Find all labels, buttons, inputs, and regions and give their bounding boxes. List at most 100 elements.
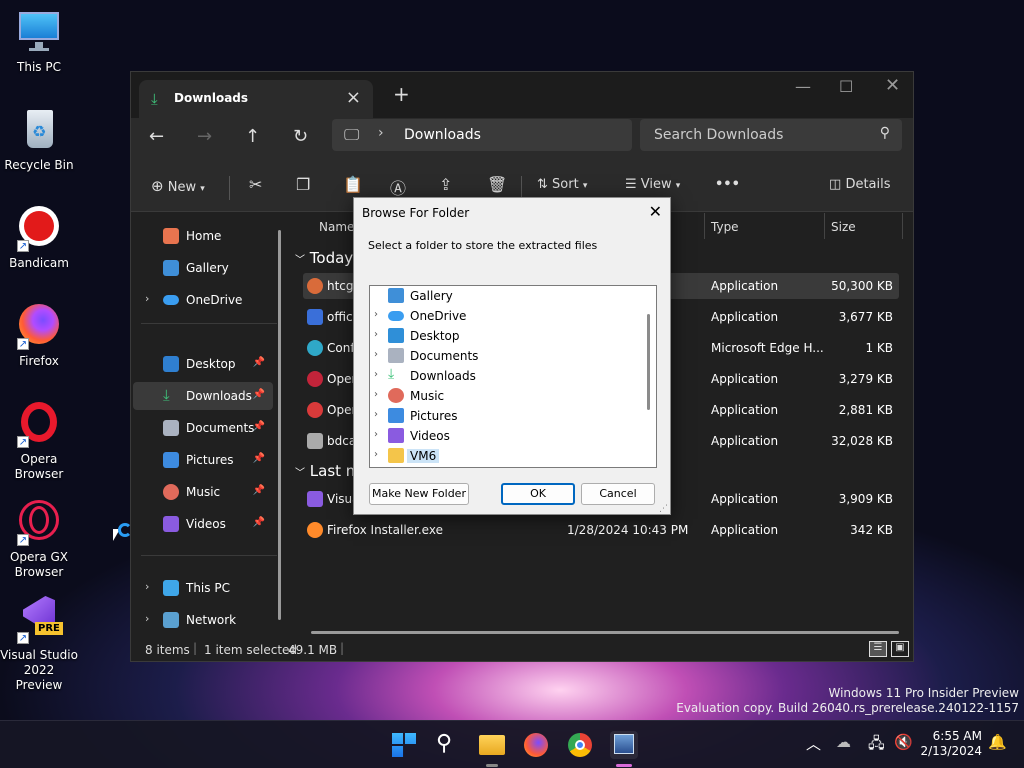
tree-item-desktop[interactable]: › Desktop <box>370 326 640 346</box>
nav-pane-scrollbar[interactable] <box>278 230 281 620</box>
taskbar-file-explorer[interactable] <box>478 731 506 767</box>
maximize-button[interactable]: ☐ <box>839 77 853 96</box>
tree-scrollbar[interactable] <box>647 314 650 410</box>
nav-item-this-pc[interactable]: › This PC <box>133 574 273 602</box>
file-type: Application <box>711 492 779 506</box>
nav-item-desktop[interactable]: Desktop 📌 <box>133 350 273 378</box>
ok-button[interactable]: OK <box>501 483 575 505</box>
tree-item-music[interactable]: › Music <box>370 386 640 406</box>
refresh-button[interactable]: ↻ <box>293 126 308 147</box>
pin-icon[interactable]: 📌 <box>253 453 265 464</box>
taskbar-firefox[interactable] <box>522 731 550 759</box>
column-header-name[interactable]: Name <box>319 220 354 234</box>
pin-icon[interactable]: 📌 <box>253 389 265 400</box>
pin-icon[interactable]: 📌 <box>253 517 265 528</box>
desktop-icon-this-pc[interactable]: This PC <box>0 8 78 75</box>
pin-icon[interactable]: 📌 <box>253 357 265 368</box>
tree-item-videos[interactable]: › Videos <box>370 426 640 446</box>
horizontal-scrollbar[interactable] <box>311 631 899 634</box>
share-icon[interactable]: ⇪ <box>439 175 452 194</box>
nav-item-music[interactable]: Music 📌 <box>133 478 273 506</box>
close-tab-icon[interactable]: × <box>346 87 361 108</box>
network-icon[interactable]: 🖧 <box>868 733 885 758</box>
tree-item-pictures[interactable]: › Pictures <box>370 406 640 426</box>
taskbar-chrome[interactable] <box>566 731 594 759</box>
minimize-button[interactable]: — <box>795 77 811 96</box>
details-pane-icon: ◫ <box>829 177 842 192</box>
expand-chevron-icon[interactable]: › <box>374 349 378 360</box>
expand-chevron-icon[interactable]: › <box>374 409 378 420</box>
new-tab-button[interactable]: + <box>393 82 410 106</box>
nav-item-network[interactable]: › Network <box>133 606 273 634</box>
tree-item-onedrive[interactable]: › OneDrive <box>370 306 640 326</box>
show-hidden-icons-button[interactable]: ︿ <box>806 733 821 754</box>
file-size: 2,881 KB <box>838 403 893 417</box>
clock[interactable]: 6:55 AM 2/13/2024 <box>920 729 982 759</box>
volume-muted-icon[interactable]: 🔇 <box>894 733 913 751</box>
expand-chevron-icon[interactable]: › <box>374 389 378 400</box>
paste-icon[interactable]: 📋 <box>343 175 363 194</box>
expand-chevron-icon[interactable]: › <box>145 292 149 305</box>
expand-chevron-icon[interactable]: › <box>374 429 378 440</box>
copy-icon[interactable]: ❐ <box>296 175 310 194</box>
dialog-close-button[interactable]: ✕ <box>649 202 662 221</box>
tree-item-downloads[interactable]: › ⤓ Downloads <box>370 366 640 386</box>
forward-button[interactable]: → <box>197 126 212 147</box>
nav-item-home[interactable]: Home <box>133 222 273 250</box>
more-options-button[interactable]: ••• <box>715 177 740 192</box>
tree-item-vm6[interactable]: › VM6 <box>370 446 640 466</box>
nav-item-documents[interactable]: Documents 📌 <box>133 414 273 442</box>
column-header-size[interactable]: Size <box>831 220 856 234</box>
view-button[interactable]: ☰ View ▾ <box>625 177 680 192</box>
details-button[interactable]: ◫ Details <box>829 177 891 192</box>
resize-grip-icon[interactable]: ⋰ <box>659 504 668 514</box>
pin-icon[interactable]: 📌 <box>253 485 265 496</box>
details-view-icon[interactable]: ☰ <box>869 641 887 657</box>
expand-chevron-icon[interactable]: › <box>374 309 378 320</box>
desktop-icon-opera[interactable]: ↗ Opera Browser <box>0 400 78 482</box>
desktop-icon-opera-gx[interactable]: ↗ Opera GX Browser <box>0 498 78 580</box>
tiles-view-icon[interactable]: ▣ <box>891 641 909 657</box>
expand-chevron-icon[interactable]: › <box>145 612 149 625</box>
cancel-button[interactable]: Cancel <box>581 483 655 505</box>
breadcrumb-current[interactable]: Downloads <box>404 127 481 143</box>
new-button[interactable]: ⊕ New ▾ <box>151 177 205 195</box>
desktop-icon-bandicam[interactable]: ↗ Bandicam <box>0 204 78 271</box>
expand-chevron-icon[interactable]: › <box>374 329 378 340</box>
desktop-icon-visual-studio[interactable]: PRE ↗ Visual Studio 2022 Preview <box>0 596 78 693</box>
expand-chevron-icon[interactable]: › <box>145 580 149 593</box>
start-button[interactable] <box>390 731 418 759</box>
nav-item-onedrive[interactable]: › OneDrive <box>133 286 273 314</box>
onedrive-offline-icon[interactable]: ☁ <box>836 733 851 751</box>
opera-gx-icon <box>307 371 323 387</box>
nav-item-downloads[interactable]: ⤓ Downloads 📌 <box>133 382 273 410</box>
delete-icon[interactable]: 🗑 <box>487 175 507 194</box>
taskbar-installer[interactable] <box>610 731 638 767</box>
expand-chevron-icon[interactable]: › <box>374 449 378 460</box>
address-bar[interactable]: 🖵 › Downloads <box>332 119 632 151</box>
search-box[interactable]: Search Downloads ⚲ <box>640 119 902 151</box>
close-window-button[interactable]: ✕ <box>885 75 900 96</box>
column-header-type[interactable]: Type <box>711 220 739 234</box>
back-button[interactable]: ← <box>149 126 164 147</box>
make-new-folder-button[interactable]: Make New Folder <box>369 483 469 505</box>
rename-icon[interactable]: Ⓐ <box>390 175 406 199</box>
nav-item-pictures[interactable]: Pictures 📌 <box>133 446 273 474</box>
file-row[interactable]: Firefox Installer.exe 1/28/2024 10:43 PM A… <box>303 517 899 543</box>
tab-downloads[interactable]: ⤓ Downloads × <box>139 80 373 118</box>
tree-item-documents[interactable]: › Documents <box>370 346 640 366</box>
sort-button[interactable]: ⇅ Sort ▾ <box>537 177 587 192</box>
pin-icon[interactable]: 📌 <box>253 421 265 432</box>
group-header-today[interactable]: ﹀ Today <box>295 249 353 267</box>
nav-item-gallery[interactable]: Gallery <box>133 254 273 282</box>
nav-item-videos[interactable]: Videos 📌 <box>133 510 273 538</box>
desktop-icon-recycle-bin[interactable]: ♻ Recycle Bin <box>0 106 78 173</box>
expand-chevron-icon[interactable]: › <box>374 369 378 380</box>
notification-bell-icon[interactable]: 🔔 <box>988 733 1007 751</box>
group-header-last[interactable]: ﹀ Last m <box>295 462 360 480</box>
up-button[interactable]: ↑ <box>245 126 260 147</box>
tree-item-gallery[interactable]: Gallery <box>370 286 640 306</box>
desktop-icon-firefox[interactable]: ↗ Firefox <box>0 302 78 369</box>
search-button[interactable]: ⚲ <box>434 731 462 759</box>
cut-icon[interactable]: ✂ <box>249 175 262 194</box>
